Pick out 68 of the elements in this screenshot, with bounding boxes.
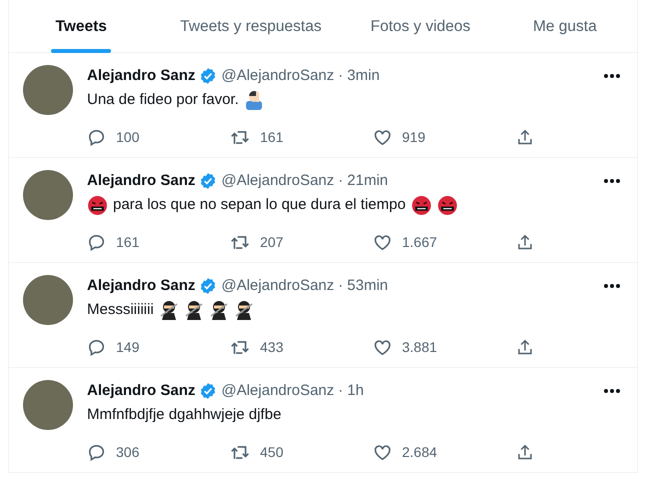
like-icon[interactable] xyxy=(373,128,392,147)
tweet-time[interactable]: 1h xyxy=(347,380,364,402)
retweet-count: 450 xyxy=(260,443,284,462)
like-count: 3.881 xyxy=(402,338,438,357)
tweet-text: Una de fideo por favor. xyxy=(87,90,239,110)
retweet-count: 161 xyxy=(260,128,284,147)
angry-face-icon xyxy=(87,194,108,216)
avatar-placeholder[interactable] xyxy=(23,170,73,220)
author-name[interactable]: Alejandro Sanz xyxy=(87,274,196,298)
retweet-icon[interactable] xyxy=(230,443,250,462)
reply-count: 161 xyxy=(116,233,140,252)
person-icon xyxy=(244,90,264,110)
reply-count: 100 xyxy=(116,128,140,147)
like-count: 2.684 xyxy=(402,443,438,462)
share-icon[interactable] xyxy=(516,128,534,147)
author-name[interactable]: Alejandro Sanz xyxy=(87,170,196,192)
ninja-icon xyxy=(184,300,204,320)
more-icon[interactable] xyxy=(603,283,621,289)
author-handle[interactable]: @AlejandroSanz xyxy=(221,274,334,298)
share-icon[interactable] xyxy=(516,443,534,462)
tweet-time[interactable]: 21min xyxy=(347,170,388,192)
reply-icon[interactable] xyxy=(87,128,106,147)
tweet-text: para los que no sepan lo que dura el tiempo xyxy=(113,194,406,215)
author-handle[interactable]: @AlejandroSanz xyxy=(221,170,334,192)
angry-face-icon xyxy=(436,194,458,216)
separator-dot: · xyxy=(338,66,344,86)
avatar-placeholder[interactable] xyxy=(23,65,73,115)
author-name[interactable]: Alejandro Sanz xyxy=(87,64,196,88)
retweet-icon[interactable] xyxy=(230,338,250,357)
retweet-count: 207 xyxy=(260,233,284,252)
reply-icon[interactable] xyxy=(87,338,106,357)
tweet-time[interactable]: 53min xyxy=(347,274,388,298)
like-icon[interactable] xyxy=(373,443,392,462)
like-count: 919 xyxy=(402,128,426,147)
ninja-icon xyxy=(158,300,179,320)
angry-face-icon xyxy=(410,194,432,216)
retweet-icon[interactable] xyxy=(230,128,250,147)
profile-tab[interactable]: Tweets xyxy=(9,0,154,53)
reply-icon[interactable] xyxy=(87,233,106,252)
separator-dot: · xyxy=(338,170,344,191)
more-icon[interactable] xyxy=(603,73,621,79)
tweet-time[interactable]: 3min xyxy=(347,64,380,88)
tweet-text: Messsiiiiiii xyxy=(87,300,154,320)
ninja-icon xyxy=(208,300,229,320)
avatar-placeholder[interactable] xyxy=(23,380,73,430)
like-icon[interactable] xyxy=(373,338,392,357)
author-handle[interactable]: @AlejandroSanz xyxy=(221,380,334,402)
like-icon[interactable] xyxy=(373,233,392,252)
retweet-count: 433 xyxy=(260,338,284,357)
reply-count: 306 xyxy=(116,443,140,462)
reply-count: 149 xyxy=(116,338,140,357)
like-count: 1.667 xyxy=(402,233,438,252)
share-icon[interactable] xyxy=(516,338,534,357)
profile-tab[interactable]: Fotos y videos xyxy=(348,0,493,53)
tweet-text: Mmfnfbdjfje dgahhwjeje djfbe xyxy=(87,404,282,425)
more-icon[interactable] xyxy=(603,388,621,394)
ninja-icon xyxy=(234,300,254,320)
separator-dot: · xyxy=(338,380,344,401)
separator-dot: · xyxy=(338,276,344,296)
profile-tab[interactable]: Me gusta xyxy=(492,0,638,53)
more-icon[interactable] xyxy=(603,178,621,184)
author-name[interactable]: Alejandro Sanz xyxy=(87,380,196,402)
share-icon[interactable] xyxy=(516,233,534,252)
author-handle[interactable]: @AlejandroSanz xyxy=(221,64,334,88)
profile-tab[interactable]: Tweets y respuestas xyxy=(153,0,348,53)
retweet-icon[interactable] xyxy=(230,233,250,252)
avatar-placeholder[interactable] xyxy=(23,275,73,325)
reply-icon[interactable] xyxy=(87,443,106,462)
